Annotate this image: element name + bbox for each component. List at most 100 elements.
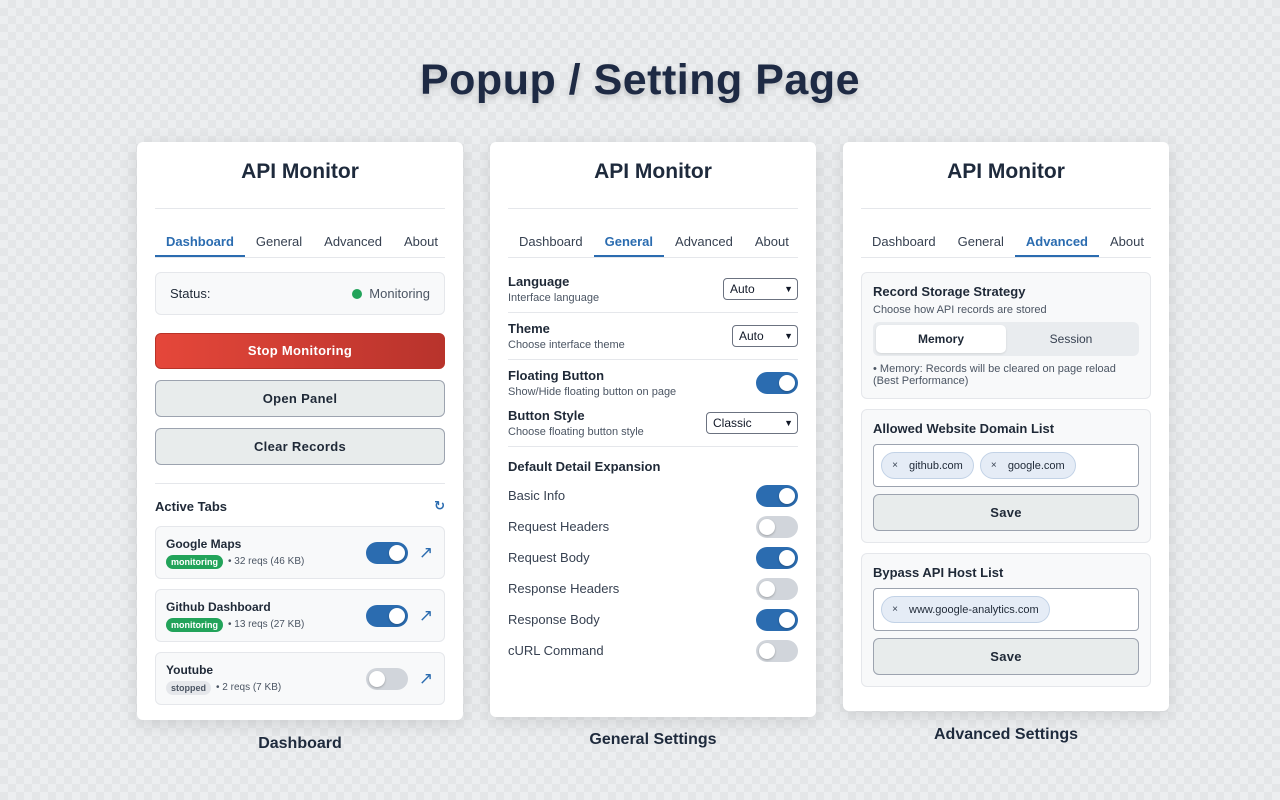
tab-advanced[interactable]: Advanced <box>664 225 744 257</box>
tab-item-name: Youtube <box>166 662 214 677</box>
tab-about[interactable]: About <box>1099 225 1155 257</box>
status-value: Monitoring <box>369 286 430 301</box>
list-item: Youtube stopped • 2 reqs (7 KB) ↗ <box>155 652 445 705</box>
domain-chip: × github.com <box>881 452 974 479</box>
dashboard-card: API Monitor Dashboard General Advanced A… <box>137 142 463 720</box>
tab-advanced[interactable]: Advanced <box>1014 225 1099 257</box>
tab-item-name: Github Dashboard <box>166 599 271 614</box>
list-item: Response Headers <box>508 573 798 604</box>
curl-command-toggle[interactable] <box>756 639 798 662</box>
list-item: Response Body <box>508 604 798 635</box>
tab-item-meta: • 13 reqs (27 KB) <box>228 619 305 630</box>
list-item: Basic Info <box>508 480 798 511</box>
chevron-down-icon: ▼ <box>784 331 793 341</box>
monitor-toggle[interactable] <box>366 667 408 690</box>
basic-info-toggle[interactable] <box>756 484 798 507</box>
storage-option-memory[interactable]: Memory <box>876 325 1006 353</box>
language-desc: Interface language <box>508 292 600 304</box>
save-bypass-button[interactable]: Save <box>873 638 1139 675</box>
storage-strategy-section: Record Storage Strategy Choose how API r… <box>861 272 1151 399</box>
bypass-hosts-section: Bypass API Host List × www.google-analyt… <box>861 553 1151 687</box>
theme-row: Theme Choose interface theme Auto ▼ <box>508 313 798 360</box>
tab-item-meta: • 2 reqs (7 KB) <box>216 682 282 693</box>
floating-button-row: Floating Button Show/Hide floating butto… <box>508 360 798 406</box>
app-title: API Monitor <box>508 142 798 209</box>
advanced-card: API Monitor Dashboard General Advanced A… <box>843 142 1169 711</box>
save-allowed-button[interactable]: Save <box>873 494 1139 531</box>
status-box: Status: Monitoring <box>155 272 445 315</box>
status-dot-icon <box>352 288 363 299</box>
language-row: Language Interface language Auto ▼ <box>508 266 798 313</box>
storage-option-session[interactable]: Session <box>1006 325 1136 353</box>
tab-general[interactable]: General <box>245 225 313 257</box>
clear-records-button[interactable]: Clear Records <box>155 428 445 465</box>
allowed-domains-section: Allowed Website Domain List × github.com… <box>861 409 1151 543</box>
theme-select[interactable]: Auto ▼ <box>732 325 798 347</box>
list-item: Github Dashboard monitoring • 13 reqs (2… <box>155 589 445 642</box>
dashboard-caption: Dashboard <box>258 735 342 752</box>
request-body-toggle[interactable] <box>756 546 798 569</box>
stop-monitoring-button[interactable]: Stop Monitoring <box>155 333 445 369</box>
button-style-select[interactable]: Classic ▼ <box>706 412 798 434</box>
domain-chip: × google.com <box>979 452 1076 479</box>
tab-advanced[interactable]: Advanced <box>313 225 393 257</box>
chevron-down-icon: ▼ <box>784 418 793 428</box>
button-style-row: Button Style Choose floating button styl… <box>508 406 798 447</box>
status-badge: monitoring <box>166 617 223 632</box>
close-icon[interactable]: × <box>986 458 1002 474</box>
button-style-label: Button Style <box>508 408 585 423</box>
general-caption: General Settings <box>589 731 717 748</box>
expansion-heading: Default Detail Expansion <box>508 459 661 474</box>
refresh-icon[interactable]: ↻ <box>434 498 445 514</box>
divider <box>155 483 445 484</box>
tab-item-name: Google Maps <box>166 536 242 551</box>
open-external-icon[interactable]: ↗ <box>418 606 434 626</box>
active-tabs-header: Active Tabs ↻ <box>155 498 445 514</box>
general-card: API Monitor Dashboard General Advanced A… <box>490 142 816 717</box>
list-item: Google Maps monitoring • 32 reqs (46 KB)… <box>155 526 445 579</box>
list-item: Request Body <box>508 542 798 573</box>
open-external-icon[interactable]: ↗ <box>418 669 434 689</box>
tab-about[interactable]: About <box>744 225 800 257</box>
app-title: API Monitor <box>155 142 445 209</box>
floating-button-label: Floating Button <box>508 368 605 383</box>
chevron-down-icon: ▼ <box>784 284 793 294</box>
tab-dashboard[interactable]: Dashboard <box>508 225 594 257</box>
tab-about[interactable]: About <box>393 225 449 257</box>
allowed-domains-input[interactable]: × github.com × google.com <box>873 444 1139 487</box>
tab-dashboard[interactable]: Dashboard <box>861 225 947 257</box>
storage-title: Record Storage Strategy <box>873 284 1026 299</box>
page-title: Popup / Setting Page <box>419 56 861 104</box>
status-badge: monitoring <box>166 554 223 569</box>
allowed-title: Allowed Website Domain List <box>873 421 1055 436</box>
monitor-toggle[interactable] <box>366 541 408 564</box>
tab-bar: Dashboard General Advanced About <box>508 225 798 258</box>
open-panel-button[interactable]: Open Panel <box>155 380 445 417</box>
tab-general[interactable]: General <box>947 225 1015 257</box>
language-select[interactable]: Auto ▼ <box>723 278 798 300</box>
status-label: Status: <box>170 286 211 301</box>
theme-desc: Choose interface theme <box>508 339 625 351</box>
host-chip: × www.google-analytics.com <box>881 596 1050 623</box>
monitor-toggle[interactable] <box>366 604 408 627</box>
bypass-hosts-input[interactable]: × www.google-analytics.com <box>873 588 1139 631</box>
response-headers-toggle[interactable] <box>756 577 798 600</box>
close-icon[interactable]: × <box>887 458 903 474</box>
advanced-caption: Advanced Settings <box>933 726 1079 743</box>
close-icon[interactable]: × <box>887 602 903 618</box>
open-external-icon[interactable]: ↗ <box>418 543 434 563</box>
request-headers-toggle[interactable] <box>756 515 798 538</box>
storage-desc: Choose how API records are stored <box>873 304 1047 316</box>
active-tabs-heading: Active Tabs <box>155 498 228 514</box>
list-item: cURL Command <box>508 635 798 666</box>
button-style-desc: Choose floating button style <box>508 426 644 438</box>
storage-segmented-control: Memory Session <box>873 322 1139 356</box>
tab-dashboard[interactable]: Dashboard <box>155 225 245 257</box>
status-badge: stopped <box>166 680 211 695</box>
language-label: Language <box>508 274 570 289</box>
tab-bar: Dashboard General Advanced About <box>861 225 1151 258</box>
floating-button-toggle[interactable] <box>756 372 798 394</box>
tab-general[interactable]: General <box>593 225 665 257</box>
storage-note: • Memory: Records will be cleared on pag… <box>873 363 1116 387</box>
response-body-toggle[interactable] <box>756 608 798 631</box>
